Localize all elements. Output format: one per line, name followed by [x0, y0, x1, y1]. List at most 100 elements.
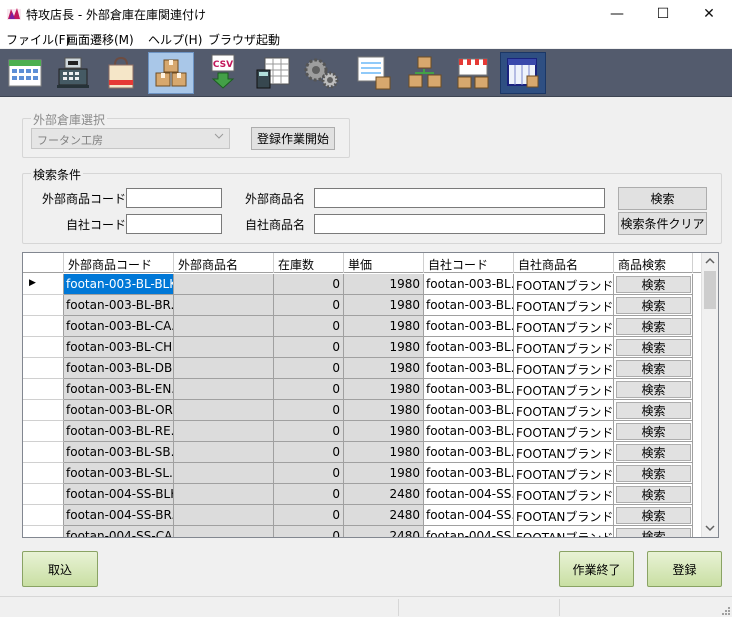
ext-name-cell[interactable]	[174, 358, 274, 379]
stock-cell[interactable]: 0	[274, 358, 344, 379]
toolbar-calendar-button[interactable]	[2, 52, 48, 94]
stock-cell[interactable]: 0	[274, 526, 344, 537]
menu-browser[interactable]: ブラウザ起動	[208, 31, 280, 48]
ext-code-cell[interactable]: footan-004-SS-BLK	[64, 484, 174, 505]
row-search-button[interactable]: 検索	[616, 423, 691, 440]
ext-code-cell[interactable]: footan-003-BL-BLK	[64, 274, 174, 295]
own-code-cell[interactable]: footan-003-BL...	[424, 442, 514, 463]
row-search-button[interactable]: 検索	[616, 528, 691, 537]
price-cell[interactable]: 1980	[344, 421, 424, 442]
own-name-cell[interactable]: FOOTANブランド/...	[514, 463, 614, 484]
row-header[interactable]	[23, 484, 64, 505]
col-own-name[interactable]: 自社商品名	[514, 253, 614, 273]
warehouse-select[interactable]: フータン工房	[31, 128, 230, 149]
maximize-button[interactable]: ☐	[640, 0, 686, 28]
stock-cell[interactable]: 0	[274, 337, 344, 358]
scroll-thumb[interactable]	[704, 271, 716, 309]
own-name-input[interactable]	[314, 214, 605, 234]
toolbar-calc-button[interactable]	[250, 52, 296, 94]
row-search-button[interactable]: 検索	[616, 444, 691, 461]
toolbar-csv-button[interactable]: CSV	[200, 52, 246, 94]
row-header[interactable]	[23, 505, 64, 526]
ext-name-cell[interactable]	[174, 295, 274, 316]
ext-name-cell[interactable]	[174, 505, 274, 526]
col-ext-name[interactable]: 外部商品名	[174, 253, 274, 273]
own-name-cell[interactable]: FOOTANブランド/...	[514, 442, 614, 463]
price-cell[interactable]: 2480	[344, 526, 424, 537]
grid-vertical-scrollbar[interactable]	[701, 253, 718, 537]
price-cell[interactable]: 1980	[344, 463, 424, 484]
price-cell[interactable]: 1980	[344, 442, 424, 463]
ext-code-cell[interactable]: footan-003-BL-SB...	[64, 442, 174, 463]
stock-cell[interactable]: 0	[274, 379, 344, 400]
menu-screen-nav[interactable]: 画面遷移(M)	[66, 31, 134, 48]
ext-code-cell[interactable]: footan-004-SS-CA...	[64, 526, 174, 537]
own-name-cell[interactable]: FOOTANブランド/...	[514, 484, 614, 505]
ext-name-cell[interactable]	[174, 421, 274, 442]
price-cell[interactable]: 1980	[344, 337, 424, 358]
row-header[interactable]: ▶	[23, 274, 64, 295]
ext-name-cell[interactable]	[174, 400, 274, 421]
stock-cell[interactable]: 0	[274, 316, 344, 337]
minimize-button[interactable]: —	[594, 0, 640, 28]
ext-name-cell[interactable]	[174, 274, 274, 295]
col-ext-code[interactable]: 外部商品コード	[64, 253, 174, 273]
own-name-cell[interactable]: FOOTANブランド/...	[514, 295, 614, 316]
ext-code-cell[interactable]: footan-003-BL-SL...	[64, 463, 174, 484]
stock-cell[interactable]: 0	[274, 505, 344, 526]
stock-cell[interactable]: 0	[274, 421, 344, 442]
price-cell[interactable]: 1980	[344, 400, 424, 421]
own-code-cell[interactable]: footan-004-SS...	[424, 484, 514, 505]
own-code-cell[interactable]: footan-003-BL...	[424, 463, 514, 484]
register-button[interactable]: 登録	[647, 551, 722, 587]
own-code-cell[interactable]: footan-003-BL...	[424, 421, 514, 442]
own-name-cell[interactable]: FOOTANブランド/...	[514, 421, 614, 442]
row-search-button[interactable]: 検索	[616, 276, 691, 293]
price-cell[interactable]: 2480	[344, 505, 424, 526]
own-code-cell[interactable]: footan-004-SS...	[424, 505, 514, 526]
menu-file[interactable]: ファイル(F)	[6, 31, 70, 48]
stock-cell[interactable]: 0	[274, 295, 344, 316]
price-cell[interactable]: 1980	[344, 379, 424, 400]
resize-grip-icon[interactable]	[720, 605, 730, 615]
stock-cell[interactable]: 0	[274, 484, 344, 505]
row-header[interactable]	[23, 295, 64, 316]
toolbar-stock-button[interactable]	[148, 52, 194, 94]
product-grid[interactable]: 外部商品コード 外部商品名 在庫数 単価 自社コード 自社商品名 商品検索 ▶ f…	[22, 252, 719, 538]
own-code-cell[interactable]: footan-004-SS...	[424, 526, 514, 537]
own-name-cell[interactable]: FOOTANブランド/...	[514, 358, 614, 379]
search-button[interactable]: 検索	[618, 187, 707, 210]
toolbar-warehouse-list-button[interactable]	[352, 52, 398, 94]
own-name-cell[interactable]: FOOTANブランド/...	[514, 526, 614, 537]
own-code-cell[interactable]: footan-003-BL...	[424, 274, 514, 295]
own-name-cell[interactable]: FOOTANブランド/...	[514, 379, 614, 400]
own-code-cell[interactable]: footan-003-BL...	[424, 379, 514, 400]
scroll-down-icon[interactable]	[705, 524, 715, 532]
toolbar-warehouse-link-button[interactable]	[500, 52, 546, 94]
clear-conditions-button[interactable]: 検索条件クリア	[618, 212, 707, 235]
ext-name-input[interactable]	[314, 188, 605, 208]
ext-code-input[interactable]	[126, 188, 222, 208]
close-button[interactable]: ✕	[686, 0, 732, 28]
own-code-cell[interactable]: footan-003-BL...	[424, 358, 514, 379]
ext-code-cell[interactable]: footan-004-SS-BR...	[64, 505, 174, 526]
own-code-cell[interactable]: footan-003-BL...	[424, 337, 514, 358]
ext-code-cell[interactable]: footan-003-BL-OR...	[64, 400, 174, 421]
ext-name-cell[interactable]	[174, 379, 274, 400]
row-search-button[interactable]: 検索	[616, 297, 691, 314]
ext-name-cell[interactable]	[174, 463, 274, 484]
price-cell[interactable]: 2480	[344, 484, 424, 505]
row-search-button[interactable]: 検索	[616, 381, 691, 398]
price-cell[interactable]: 1980	[344, 316, 424, 337]
row-header[interactable]	[23, 526, 64, 537]
toolbar-shop-button[interactable]	[98, 52, 144, 94]
row-search-button[interactable]: 検索	[616, 339, 691, 356]
own-code-cell[interactable]: footan-003-BL...	[424, 295, 514, 316]
own-name-cell[interactable]: FOOTANブランド/...	[514, 337, 614, 358]
ext-name-cell[interactable]	[174, 526, 274, 537]
row-header[interactable]	[23, 421, 64, 442]
import-button[interactable]: 取込	[22, 551, 98, 587]
scroll-up-icon[interactable]	[705, 257, 715, 265]
stock-cell[interactable]: 0	[274, 442, 344, 463]
stock-cell[interactable]: 0	[274, 400, 344, 421]
